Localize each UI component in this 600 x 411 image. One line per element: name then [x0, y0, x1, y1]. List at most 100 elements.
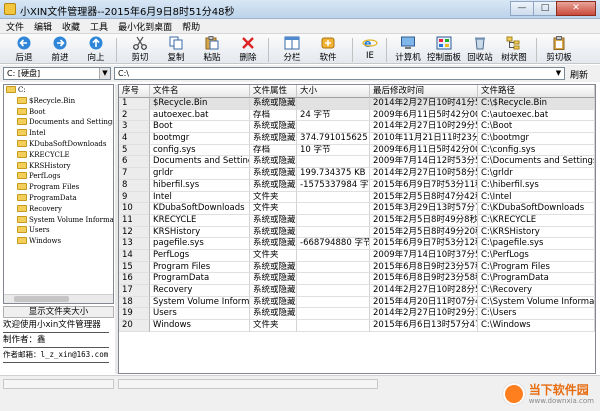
- cell-modified: 2014年2月27日10时28分58秒: [370, 285, 478, 297]
- tree-item[interactable]: Program Files: [4, 182, 113, 193]
- clipboard-button[interactable]: 剪切板: [544, 36, 574, 63]
- close-button[interactable]: ✕: [556, 1, 596, 16]
- tree-item[interactable]: $Recycle.Bin: [4, 96, 113, 107]
- column-header-path[interactable]: 文件路径: [478, 85, 595, 98]
- cell-index: 5: [119, 144, 150, 157]
- menu-favorites[interactable]: 收藏: [62, 20, 80, 33]
- menu-help[interactable]: 帮助: [182, 20, 200, 33]
- table-row[interactable]: 14 PerfLogs 文件夹 2009年7月14日10时37分5秒 C:\PerfLo…: [119, 249, 595, 262]
- table-row[interactable]: 2 autoexec.bat 存档 24 字节 2009年6月11日5时42分00秒 C:…: [119, 109, 595, 122]
- table-row[interactable]: 8 hiberfil.sys 系统或隐藏 -1575337984 字节 2015年6月9…: [119, 179, 595, 192]
- forward-button[interactable]: 前进: [48, 36, 72, 63]
- cell-path: C:\bootmgr: [478, 133, 595, 145]
- column-header-modified[interactable]: 最后修改时间: [370, 85, 478, 98]
- folder-icon: [6, 86, 16, 93]
- ie-button[interactable]: e IE: [360, 36, 380, 63]
- cut-button[interactable]: 剪切: [128, 36, 152, 63]
- table-row[interactable]: 16 ProgramData 系统或隐藏 2015年6月8日9时23分58秒 C:\Pr…: [119, 273, 595, 285]
- tree-item[interactable]: Intel: [4, 128, 113, 139]
- cell-name: Documents and Settings: [150, 156, 250, 169]
- table-row[interactable]: 1$Recycle.Bin系统或隐藏 2014年2月27日10时41分59秒C:\…: [119, 98, 595, 110]
- table-row[interactable]: 10 KDubaSoftDownloads 文件夹 2015年3月29日13时57分7…: [119, 203, 595, 215]
- table-row[interactable]: 11 KRECYCLE 系统或隐藏 2015年2月5日8时49分8秒 C:\KRECYC…: [119, 214, 595, 227]
- folder-icon: [17, 226, 27, 234]
- column-header-index[interactable]: 序号: [119, 85, 150, 98]
- back-button[interactable]: 后退: [12, 36, 36, 63]
- tree-item[interactable]: Boot: [4, 107, 113, 118]
- table-row[interactable]: 7 grldr 系统或隐藏 199.734375 KB 2014年2月27日10时58分…: [119, 168, 595, 180]
- tree-item[interactable]: KRECYCLE: [4, 150, 113, 161]
- cell-attribute: 系统或隐藏: [250, 238, 297, 250]
- menu-file[interactable]: 文件: [6, 20, 24, 33]
- path-input[interactable]: C:\ ▼: [114, 67, 565, 80]
- table-row[interactable]: 12 KRSHistory 系统或隐藏 2015年2月5日8时49分20秒 C:\KRS…: [119, 226, 595, 239]
- cell-size: [297, 156, 370, 169]
- cell-modified: 2009年7月14日10时37分5秒: [370, 249, 478, 262]
- scrollbar-thumb[interactable]: [14, 296, 69, 302]
- table-row[interactable]: 6 Documents and Settings 系统或隐藏 2009年7月14日12…: [119, 156, 595, 169]
- table-row[interactable]: 13 pagefile.sys 系统或隐藏 -668794880 字节 2015年6月9…: [119, 238, 595, 250]
- tree-view-button[interactable]: 树状图: [500, 36, 528, 63]
- table-row[interactable]: 18System Volume Information系统或隐藏 2015年4月2…: [119, 296, 595, 309]
- welcome-text: 欢迎使用小xin文件管理器: [3, 320, 101, 330]
- tree-item[interactable]: KDubaSoftDownloads: [4, 139, 113, 150]
- menu-minimize-to-desktop[interactable]: 最小化到桌面: [118, 20, 172, 33]
- watermark-text: 当下软件园: [528, 382, 589, 397]
- table-row[interactable]: 9 Intel 文件夹 2015年2月5日8时47分42秒 C:\Intel: [119, 191, 595, 204]
- cell-index: 1: [119, 98, 150, 110]
- tree-item[interactable]: KRSHistory: [4, 161, 113, 172]
- tree-item[interactable]: Recovery: [4, 204, 113, 215]
- table-row[interactable]: 5 config.sys 存档 10 字节 2009年6月11日5时42分00秒 C:\c…: [119, 144, 595, 157]
- up-button[interactable]: 向上: [84, 36, 108, 63]
- table-row[interactable]: 4bootmgr系统或隐藏374.791015625 KB2010年11月21日…: [119, 133, 595, 145]
- file-grid[interactable]: 序号 文件名 文件属性 大小 最后修改时间 文件路径 1 $Recycle.Bin…: [118, 84, 596, 374]
- title-bar[interactable]: 小XIN文件管理器--2015年6月9日8时51分48秒 — □ ✕: [0, 0, 600, 19]
- paste-button[interactable]: 粘贴: [200, 36, 224, 63]
- cell-index: 4: [119, 133, 150, 145]
- tree-horizontal-scrollbar[interactable]: [4, 294, 113, 303]
- refresh-button[interactable]: 刷新: [570, 68, 588, 81]
- cell-name: config.sys: [150, 144, 250, 157]
- menu-edit[interactable]: 编辑: [34, 20, 52, 33]
- table-row[interactable]: 19 Users 系统或隐藏 2014年2月27日10时29分3秒 C:\Users: [119, 308, 595, 321]
- copy-button[interactable]: 复制: [164, 36, 188, 63]
- tree-item[interactable]: ProgramData: [4, 193, 113, 204]
- cell-size: [297, 203, 370, 215]
- address-row: C: [硬盘] ▼ C:\ ▼ 刷新: [0, 65, 600, 82]
- table-row[interactable]: 3 Boot 系统或隐藏 2014年2月27日10时29分5秒 C:\Boot: [119, 121, 595, 134]
- menu-tools[interactable]: 工具: [90, 20, 108, 33]
- folder-icon: [17, 107, 27, 115]
- folder-tree[interactable]: C: $Recycle.Bin Boot Documents and Setti…: [3, 84, 114, 304]
- cell-attribute: 系统或隐藏: [250, 226, 297, 239]
- cell-modified: 2010年11月21日11时23分00秒: [370, 133, 478, 145]
- tree-item[interactable]: Windows: [4, 236, 113, 247]
- tree-item-root[interactable]: C:: [4, 85, 113, 96]
- clipboard-icon: [553, 36, 565, 50]
- recycle-bin-button[interactable]: 回收站: [466, 36, 494, 63]
- tree-item[interactable]: System Volume Information: [4, 215, 113, 226]
- column-header-attribute[interactable]: 文件属性: [250, 85, 297, 98]
- show-folder-size-button[interactable]: 显示文件夹大小: [3, 306, 114, 318]
- cell-attribute: 存档: [250, 144, 297, 157]
- chevron-down-icon[interactable]: ▼: [553, 68, 564, 79]
- computer-button[interactable]: 计算机: [392, 36, 424, 63]
- chevron-down-icon[interactable]: ▼: [99, 68, 110, 79]
- toolbar-separator: [536, 38, 537, 62]
- column-header-name[interactable]: 文件名: [150, 85, 250, 98]
- tree-item[interactable]: Users: [4, 225, 113, 236]
- maximize-button[interactable]: □: [533, 1, 557, 16]
- minimize-button[interactable]: —: [510, 1, 534, 16]
- table-row[interactable]: 17Recovery系统或隐藏 2014年2月27日10时28分58秒C:\Rec…: [119, 285, 595, 297]
- tree-item[interactable]: PerfLogs: [4, 171, 113, 182]
- table-row[interactable]: 15 Program Files 系统或隐藏 2015年6月8日9时23分57秒 C:\…: [119, 261, 595, 274]
- drive-select[interactable]: C: [硬盘] ▼: [3, 67, 111, 80]
- cell-attribute: 系统或隐藏: [250, 308, 297, 321]
- column-header-size[interactable]: 大小: [297, 85, 370, 98]
- table-row[interactable]: 20 Windows 文件夹 2015年6月6日13时57分47秒 C:\Windows: [119, 320, 595, 332]
- tree-item[interactable]: Documents and Settings: [4, 117, 113, 128]
- control-panel-button[interactable]: 控制面板: [426, 36, 462, 63]
- delete-button[interactable]: 删除: [236, 36, 260, 63]
- software-button[interactable]: 软件: [316, 36, 340, 63]
- cell-size: [297, 121, 370, 134]
- split-view-button[interactable]: 分栏: [280, 36, 304, 63]
